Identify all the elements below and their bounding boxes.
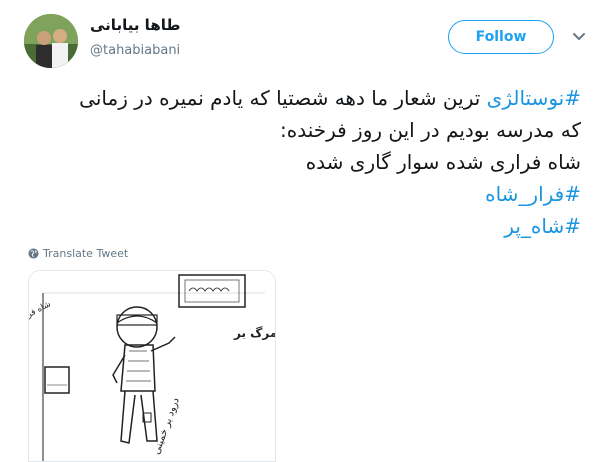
- wall-slogan-main: مرگ بر: [233, 325, 275, 340]
- tweet-line-3: شاه فراری شده سوار گاری شده: [305, 150, 581, 174]
- follow-button[interactable]: Follow: [448, 20, 554, 54]
- globe-icon: [28, 248, 39, 259]
- translate-tweet-link[interactable]: Translate Tweet: [28, 247, 128, 260]
- translate-label: Translate Tweet: [43, 247, 129, 260]
- display-name[interactable]: طاها بیابانی: [90, 16, 180, 34]
- avatar-image: [24, 14, 78, 68]
- hashtag-link[interactable]: #نوستالژی: [487, 86, 581, 110]
- hashtag-link[interactable]: #فرار_شاه: [21, 178, 581, 210]
- avatar[interactable]: [24, 14, 78, 68]
- tweet-text: #نوستالژی ترین شعار ما دهه شصتیا که یادم…: [21, 82, 581, 242]
- tweet-line-1: #نوستالژی ترین شعار ما دهه شصتیا که یادم…: [21, 82, 581, 114]
- sketch-drawing: شاه فراری شده سوار گاری شده مرگ بر درود …: [29, 271, 275, 461]
- tweet-line-2: که مدرسه بودیم در این روز فرخنده:: [279, 118, 581, 142]
- tweet-media-image[interactable]: شاه فراری شده سوار گاری شده مرگ بر درود …: [28, 270, 276, 462]
- tweet-line-1-text: ترین شعار ما دهه شصتیا که یادم نمیره در …: [79, 86, 487, 110]
- chevron-down-icon[interactable]: [570, 30, 588, 44]
- hashtag-link[interactable]: #شاه_پر: [21, 210, 581, 242]
- user-handle[interactable]: @tahabiabani: [90, 43, 180, 58]
